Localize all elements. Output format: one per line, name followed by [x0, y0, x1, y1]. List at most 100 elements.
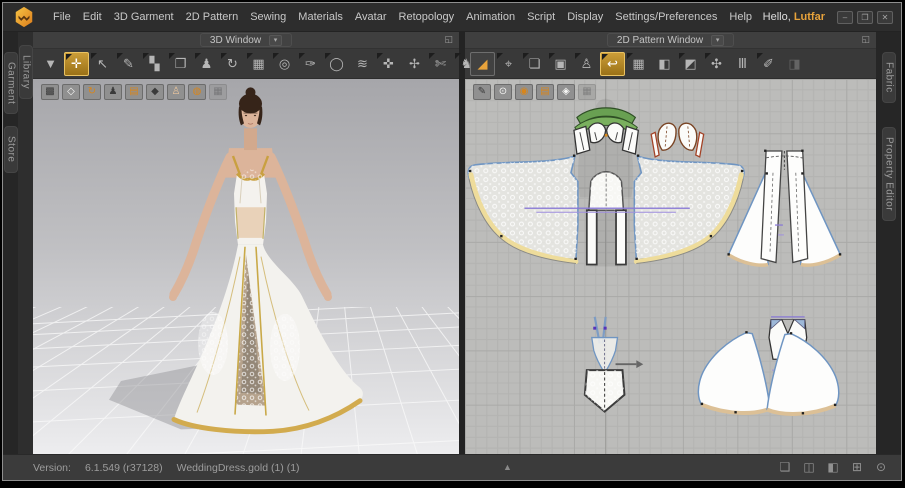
tab-library[interactable]: Library [19, 45, 33, 99]
scissors-tool-icon[interactable]: ✄ [428, 52, 453, 76]
open-file-name: WeddingDress.gold (1) (1) [177, 462, 300, 474]
fold-arrangement-icon[interactable]: ↻ [220, 52, 245, 76]
add-polygon-icon[interactable]: ❏ [522, 52, 547, 76]
layout-two-pane-icon[interactable]: ◫ [801, 460, 817, 475]
clo-logo-icon[interactable] [13, 6, 35, 28]
fabric-view-icon[interactable]: ▤ [125, 84, 143, 100]
zipper-tool-icon[interactable]: ≋ [350, 52, 375, 76]
pattern-visibility-icon[interactable]: ⊙ [494, 84, 512, 100]
snapshot-2d-icon[interactable]: ▦ [578, 84, 596, 100]
tab-fabric[interactable]: Fabric [882, 52, 896, 103]
version-label: Version: [33, 462, 71, 474]
menu-edit[interactable]: Edit [77, 3, 108, 31]
drape-window-icon[interactable]: ❐ [168, 52, 193, 76]
show-garment-icon[interactable]: ◨ [782, 52, 807, 76]
3d-display-toggles: ▩◇↻♟▤◆♙◍▦ [41, 84, 227, 100]
right-sidebar: Fabric Property Editor [876, 32, 901, 454]
mesh-view-icon[interactable]: ◆ [146, 84, 164, 100]
3d-window-title: 3D Window [210, 35, 261, 46]
move-gizmo-icon[interactable]: ✢ [402, 52, 427, 76]
measure-tool-icon[interactable]: ✜ [376, 52, 401, 76]
pleats-icon[interactable]: Ⅲ [730, 52, 755, 76]
select-pin-icon[interactable]: ✎ [116, 52, 141, 76]
layout-reset-icon[interactable]: ⊙ [873, 460, 889, 475]
menu-settings-preferences[interactable]: Settings/Preferences [609, 3, 723, 31]
fold-pattern-icon[interactable]: ◧ [652, 52, 677, 76]
menu-animation[interactable]: Animation [460, 3, 521, 31]
avatar-tape-icon[interactable]: ♟ [194, 52, 219, 76]
sewing-tool-icon[interactable]: ✑ [298, 52, 323, 76]
3d-window-titlebar: 3D Window ▾ ◱ [33, 32, 459, 49]
menu-script[interactable]: Script [521, 3, 561, 31]
seam-grid-icon[interactable]: ▦ [626, 52, 651, 76]
trace-avatar-icon[interactable]: ♙ [574, 52, 599, 76]
tab-property-editor[interactable]: Property Editor [882, 127, 896, 221]
menu-2d-pattern[interactable]: 2D Pattern [180, 3, 245, 31]
chevron-down-icon[interactable]: ▾ [269, 35, 282, 46]
minimize-button[interactable]: – [837, 11, 853, 24]
free-sewing-icon[interactable]: ✣ [704, 52, 729, 76]
menu-3d-garment[interactable]: 3D Garment [108, 3, 180, 31]
pin-tool-icon[interactable]: ◎ [272, 52, 297, 76]
panel-3d-window: 3D Window ▾ ◱ ▼✛↖✎▚❐♟↻▦◎✑◯≋✜✢✄♞ ▩◇↻♟▤◆♙◍… [33, 32, 459, 454]
statusbar-expand-toggle[interactable]: ▲ [503, 463, 512, 472]
2d-window-view-selector[interactable]: 2D Pattern Window ▾ [607, 33, 734, 47]
window-controls: –❐ ✕ [837, 11, 893, 24]
tab-store[interactable]: Store [4, 126, 18, 172]
version-value: 6.1.549 (r37128) [85, 462, 163, 474]
3d-viewport[interactable]: ▩◇↻♟▤◆♙◍▦ [33, 79, 459, 454]
pen-slash-icon[interactable]: ✎ [473, 84, 491, 100]
pin-view-icon[interactable]: ◉ [515, 84, 533, 100]
select-mesh-icon[interactable]: ↖ [90, 52, 115, 76]
3d-viewport-canvas[interactable] [33, 79, 459, 454]
avatar-display-icon[interactable]: ♟ [104, 84, 122, 100]
internal-line-icon[interactable]: ✐ [756, 52, 781, 76]
menu-help[interactable]: Help [723, 3, 758, 31]
lock-pattern-icon[interactable]: ◈ [557, 84, 575, 100]
2d-viewport[interactable]: ✎⊙◉▤◈▦ [465, 79, 876, 454]
flatten-garment-icon[interactable]: ▚ [142, 52, 167, 76]
window-layout-presets: ❑ ◫ ◧ ⊞ ⊙ [777, 460, 889, 475]
tab-garment[interactable]: Garment [4, 52, 18, 114]
fabric-view-2d-icon[interactable]: ▤ [536, 84, 554, 100]
show-stitch-icon[interactable]: ↻ [83, 84, 101, 100]
simulate-icon[interactable]: ▼ [38, 52, 63, 76]
layout-quad-icon[interactable]: ⊞ [849, 460, 865, 475]
menu-sewing[interactable]: Sewing [244, 3, 292, 31]
menu-display[interactable]: Display [561, 3, 609, 31]
2d-toolbar: ◢⌖❏▣♙↩▦◧◩✣Ⅲ✐◨ [465, 49, 876, 79]
edit-sewing-icon[interactable]: ↩ [600, 52, 625, 76]
2d-viewport-canvas[interactable] [465, 79, 876, 454]
transform-pattern-icon[interactable]: ◢ [470, 52, 495, 76]
2d-display-toggles: ✎⊙◉▤◈▦ [473, 84, 596, 100]
chevron-down-icon[interactable]: ▾ [711, 35, 724, 46]
menubar: FileEdit3D Garment2D PatternSewingMateri… [3, 3, 901, 32]
arrange-garment-icon[interactable]: ◩ [678, 52, 703, 76]
grid-arrangement-icon[interactable]: ▦ [246, 52, 271, 76]
3d-window-expand-icon[interactable]: ◱ [444, 34, 453, 45]
button-tool-icon[interactable]: ◯ [324, 52, 349, 76]
skin-offset-icon[interactable]: ♙ [167, 84, 185, 100]
edit-pattern-icon[interactable]: ⌖ [496, 52, 521, 76]
close-button[interactable]: ✕ [877, 11, 893, 24]
3d-window-view-selector[interactable]: 3D Window ▾ [200, 33, 292, 47]
white-texture-view-icon[interactable]: ◇ [62, 84, 80, 100]
add-rectangle-icon[interactable]: ▣ [548, 52, 573, 76]
snapshot-icon[interactable]: ▦ [209, 84, 227, 100]
menu-retopology[interactable]: Retopology [393, 3, 461, 31]
select-move-icon[interactable]: ✛ [64, 52, 89, 76]
panel-2d-pattern-window: 2D Pattern Window ▾ ◱ ◢⌖❏▣♙↩▦◧◩✣Ⅲ✐◨ ✎⊙◉▤… [465, 32, 876, 454]
thick-texture-view-icon[interactable]: ▩ [41, 84, 59, 100]
user-greeting: Hello, Lutfar [763, 11, 825, 23]
layout-mixed-pane-icon[interactable]: ◧ [825, 460, 841, 475]
2d-window-expand-icon[interactable]: ◱ [861, 34, 870, 45]
menu-items: FileEdit3D Garment2D PatternSewingMateri… [47, 3, 758, 31]
map-view-icon[interactable]: ◍ [188, 84, 206, 100]
menu-avatar[interactable]: Avatar [349, 3, 393, 31]
menu-materials[interactable]: Materials [292, 3, 349, 31]
app-window: FileEdit3D Garment2D PatternSewingMateri… [2, 2, 902, 481]
menu-file[interactable]: File [47, 3, 77, 31]
restore-button[interactable]: ❐ [857, 11, 873, 24]
layout-single-icon[interactable]: ❑ [777, 460, 793, 475]
username-text[interactable]: Lutfar [794, 11, 825, 23]
